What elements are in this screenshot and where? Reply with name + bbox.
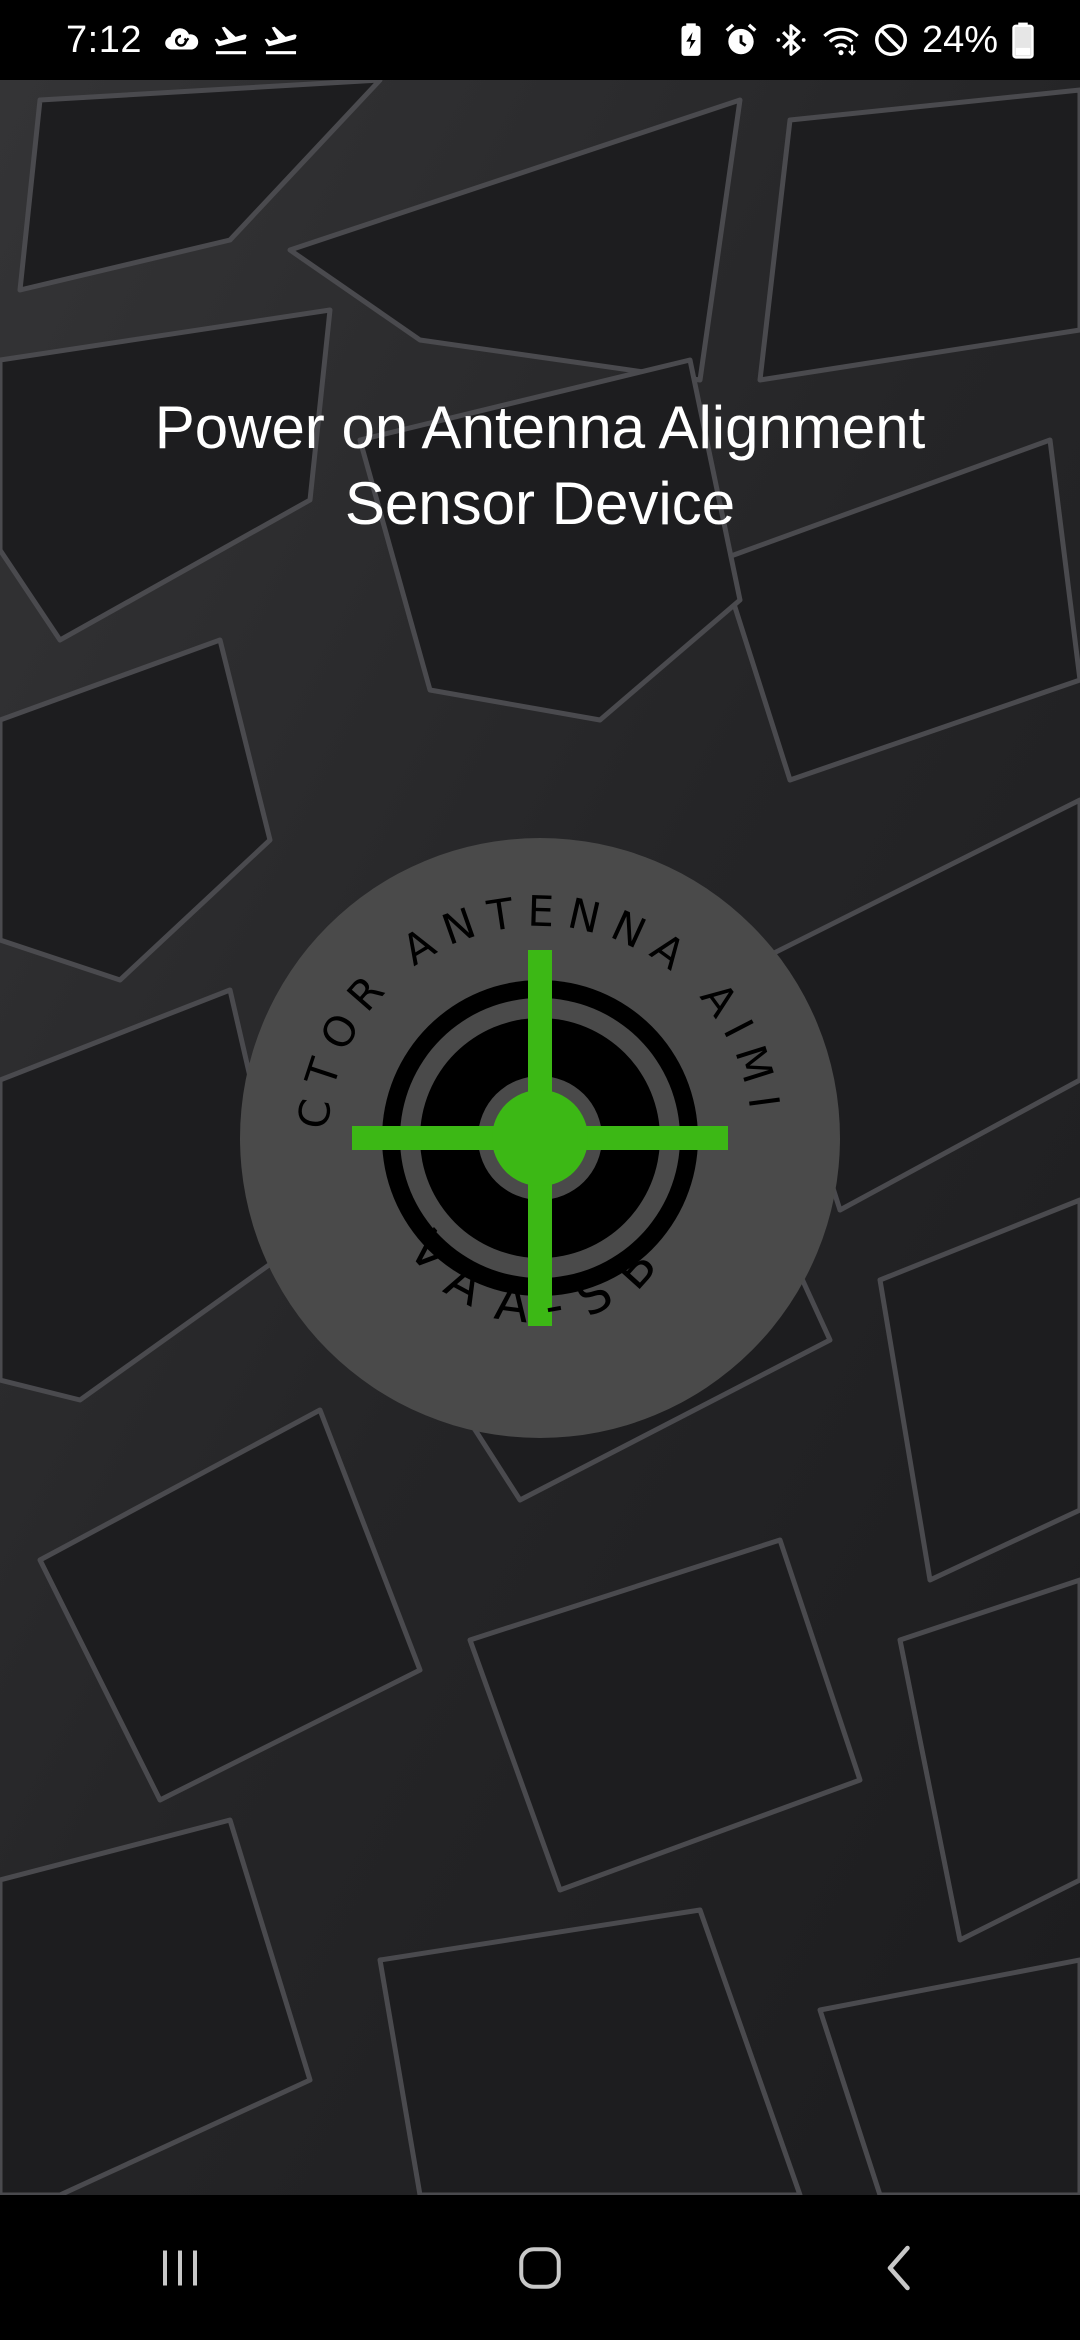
battery-icon bbox=[1010, 21, 1036, 59]
navigation-bar bbox=[0, 2195, 1080, 2340]
page-title: Power on Antenna Alignment Sensor Device bbox=[60, 390, 1020, 542]
battery-percent: 24% bbox=[921, 18, 998, 61]
crosshair-center-dot bbox=[492, 1090, 588, 1186]
flight-takeoff-icon bbox=[212, 21, 250, 59]
alarm-icon bbox=[722, 21, 760, 59]
flight-takeoff-icon bbox=[262, 21, 300, 59]
app-content: Power on Antenna Alignment Sensor Device… bbox=[0, 80, 1080, 2195]
do-not-disturb-icon bbox=[872, 21, 910, 59]
status-time: 7:12 bbox=[66, 18, 142, 61]
home-button[interactable] bbox=[470, 2208, 610, 2328]
status-right: 24% bbox=[672, 19, 1036, 62]
screen: 7:12 24% Power on Antenna Alignment Sens… bbox=[0, 0, 1080, 2340]
home-icon bbox=[519, 2246, 561, 2289]
recent-apps-icon bbox=[163, 2250, 197, 2285]
back-icon bbox=[887, 2245, 910, 2290]
page-title-line-2: Sensor Device bbox=[344, 470, 736, 537]
status-left: 7:12 bbox=[66, 19, 300, 62]
back-button[interactable] bbox=[830, 2208, 970, 2328]
bluetooth-icon bbox=[772, 21, 810, 59]
wifi-icon bbox=[822, 21, 860, 59]
recent-apps-button[interactable] bbox=[110, 2208, 250, 2328]
status-bar: 7:12 24% bbox=[0, 0, 1080, 80]
battery-saver-icon bbox=[672, 21, 710, 59]
page-title-line-1: Power on Antenna Alignment bbox=[154, 394, 926, 461]
vector-antenna-aiming-logo: VECTOR ANTENNA AIMING VAA-SB bbox=[240, 838, 840, 1438]
cloud-sync-icon bbox=[162, 21, 200, 59]
